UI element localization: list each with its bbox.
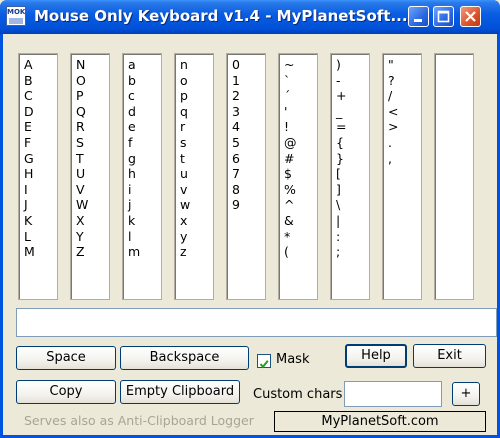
char-column-uppercase-1[interactable]: A B C D E F G H I J K L M xyxy=(18,53,58,300)
close-icon xyxy=(465,11,476,22)
help-button[interactable]: Help xyxy=(345,344,407,368)
app-icon-text: MOK xyxy=(7,8,26,16)
add-custom-chars-button[interactable]: + xyxy=(452,382,480,406)
char-column-symbols-3[interactable]: " ? / < > . , xyxy=(382,53,422,300)
minimize-icon xyxy=(414,19,422,22)
maximize-button[interactable] xyxy=(433,6,454,27)
website-link[interactable]: MyPlanetSoft.com xyxy=(274,411,486,432)
backspace-button[interactable]: Backspace xyxy=(120,346,249,370)
window-title: Mouse Only Keyboard v1.4 - MyPlanetSoft.… xyxy=(34,7,414,25)
char-column-lowercase-2[interactable]: n o p q r s t u v w x y z xyxy=(174,53,214,300)
client-area: A B C D E F G H I J K L M N O P Q R S T … xyxy=(3,34,497,435)
keyboard-app-icon[interactable]: MOK xyxy=(6,6,26,26)
char-list[interactable]: 0 1 2 3 4 5 6 7 8 9 xyxy=(232,57,240,213)
checkmark-icon xyxy=(259,360,269,369)
app-window: MOK Mouse Only Keyboard v1.4 - MyPlanetS… xyxy=(0,0,500,438)
char-list[interactable]: N O P Q R S T U V W X Y Z xyxy=(76,57,88,260)
char-list[interactable]: ~ ` ´ ' ! @ # $ % ^ & * ( xyxy=(284,57,297,260)
mask-label[interactable]: Mask xyxy=(276,352,309,367)
exit-button[interactable]: Exit xyxy=(413,344,486,368)
char-column-lowercase-1[interactable]: a b c d e f g h i j k l m xyxy=(122,53,162,300)
maximize-icon xyxy=(437,10,450,23)
output-text-box[interactable] xyxy=(16,308,497,337)
space-button[interactable]: Space xyxy=(16,346,116,370)
mask-checkbox[interactable] xyxy=(257,354,271,369)
char-list[interactable]: ) - + _ = { } [ ] \ | : ; xyxy=(336,57,346,260)
char-column-uppercase-2[interactable]: N O P Q R S T U V W X Y Z xyxy=(70,53,110,300)
minimize-button[interactable] xyxy=(408,6,429,27)
custom-chars-label: Custom chars xyxy=(253,387,343,402)
char-list[interactable]: n o p q r s t u v w x y z xyxy=(180,57,190,260)
char-list[interactable]: A B C D E F G H I J K L M xyxy=(24,57,35,260)
title-bar[interactable]: MOK Mouse Only Keyboard v1.4 - MyPlanetS… xyxy=(0,0,500,34)
char-column-digits[interactable]: 0 1 2 3 4 5 6 7 8 9 xyxy=(226,53,266,300)
char-column-symbols-2[interactable]: ) - + _ = { } [ ] \ | : ; xyxy=(330,53,370,300)
custom-chars-input[interactable] xyxy=(344,381,442,407)
empty-clipboard-button[interactable]: Empty Clipboard xyxy=(120,380,240,404)
close-button[interactable] xyxy=(460,6,481,27)
copy-button[interactable]: Copy xyxy=(16,380,116,404)
char-list[interactable]: a b c d e f g h i j k l m xyxy=(128,57,140,260)
char-column-empty[interactable] xyxy=(434,53,474,300)
char-list[interactable]: " ? / < > . , xyxy=(388,57,398,166)
footer-note: Serves also as Anti-Clipboard Logger xyxy=(24,413,254,428)
char-column-symbols-1[interactable]: ~ ` ´ ' ! @ # $ % ^ & * ( xyxy=(278,53,318,300)
